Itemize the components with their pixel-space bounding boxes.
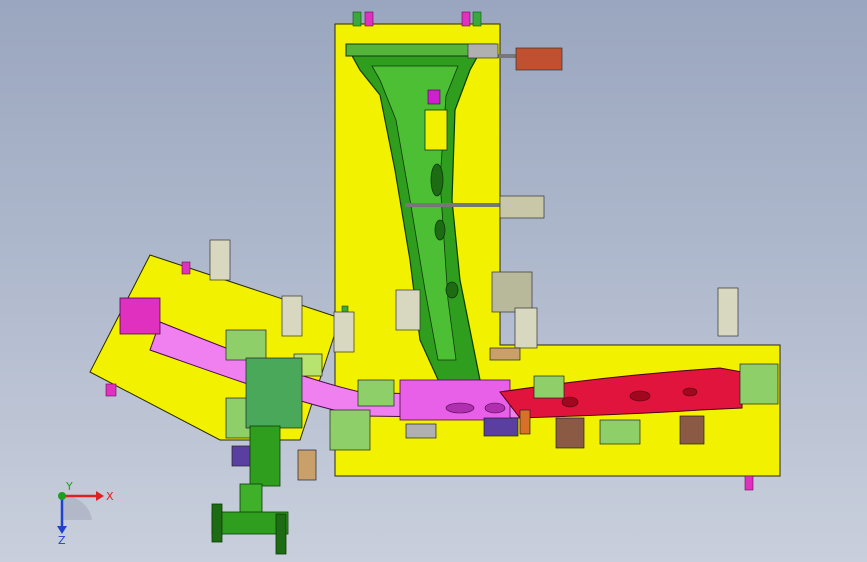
x-axis-label: X — [106, 490, 114, 503]
locating-pin — [105, 383, 117, 397]
clamp-unit — [499, 195, 545, 219]
clamp-unit — [717, 287, 739, 337]
y-axis-dot — [58, 492, 66, 500]
clamp-unit — [333, 311, 355, 353]
clamp-unit — [514, 307, 538, 349]
cad-viewport[interactable]: X Z Y — [0, 0, 867, 562]
clamp-unit — [491, 271, 533, 313]
locating-pin — [364, 11, 374, 27]
locating-pin — [744, 475, 754, 491]
clamp-unit — [467, 43, 499, 59]
locating-pin — [181, 261, 191, 275]
clamp-unit — [281, 295, 303, 337]
clamp-unit — [395, 289, 421, 331]
locating-pin — [352, 11, 362, 27]
locating-pin — [461, 11, 471, 27]
y-axis-label: Y — [65, 480, 73, 493]
z-axis-label: Z — [58, 534, 66, 547]
clamp-unit — [209, 239, 231, 281]
clamp-unit — [515, 47, 563, 71]
locating-pin — [472, 11, 482, 27]
axis-triad: X Z Y — [57, 480, 114, 547]
lower-bracket-assembly[interactable] — [211, 425, 289, 555]
